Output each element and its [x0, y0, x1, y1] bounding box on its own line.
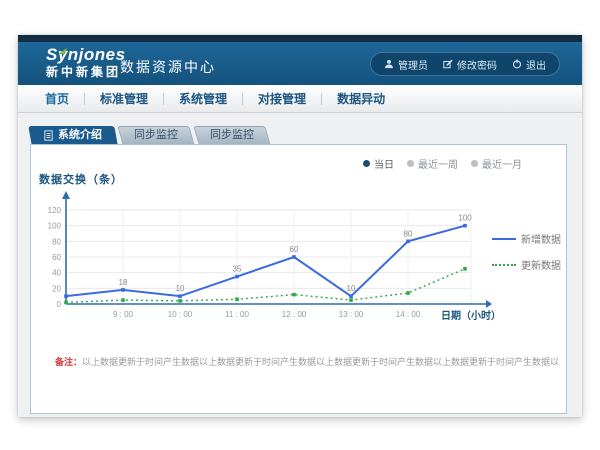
svg-text:0: 0: [57, 300, 62, 309]
app-header: Synjones 新中新集团 数据资源中心 管理员 修改密码 退出: [18, 42, 582, 85]
chart-legend: 新增数据 更新数据: [492, 231, 561, 272]
range-option-last-week[interactable]: 最近一周: [407, 156, 458, 171]
legend-line-dotted-icon: [492, 264, 516, 266]
svg-text:9 : 00: 9 : 00: [113, 310, 134, 319]
svg-text:40: 40: [52, 269, 61, 278]
nav-item-system-mgmt[interactable]: 系统管理: [164, 90, 242, 107]
svg-text:100: 100: [48, 222, 62, 231]
tab-sync-monitor-2[interactable]: 同步监控: [196, 126, 268, 145]
footnote-text: 以上数据更新于时间产生数据以上数据更新于时间产生数据以上数据更新于时间产生数据以…: [82, 357, 560, 367]
svg-text:80: 80: [404, 229, 413, 238]
power-icon: [512, 59, 522, 69]
nav-item-interface-mgmt[interactable]: 对接管理: [243, 90, 321, 107]
radio-dot: [363, 160, 370, 167]
svg-text:10 : 00: 10 : 00: [168, 310, 193, 319]
svg-text:20: 20: [52, 284, 61, 293]
nav-item-standard-mgmt[interactable]: 标准管理: [85, 90, 163, 107]
tab-bar: 系统介绍 同步监控 同步监控: [30, 126, 268, 145]
x-axis-title: 日期（小时）: [441, 307, 501, 322]
edit-icon: [443, 59, 453, 69]
tab-label: 同步监控: [210, 126, 254, 145]
page-title: 数据资源中心: [120, 57, 216, 77]
change-password-button[interactable]: 修改密码: [443, 57, 497, 72]
logo-text-cn: 新中新集团: [46, 66, 126, 78]
radio-dot: [471, 160, 478, 167]
range-option-last-month[interactable]: 最近一月: [471, 156, 522, 171]
svg-text:100: 100: [458, 214, 472, 223]
logout-label: 退出: [526, 57, 546, 72]
main-nav: 首页 标准管理 系统管理 对接管理 数据异动: [18, 85, 582, 113]
user-toolbar: 管理员 修改密码 退出: [370, 52, 560, 76]
footnote: 备注：以上数据更新于时间产生数据以上数据更新于时间产生数据以上数据更新于时间产生…: [55, 355, 560, 368]
legend-label: 更新数据: [521, 257, 561, 272]
change-password-label: 修改密码: [457, 57, 497, 72]
tab-system-intro[interactable]: 系统介绍: [30, 126, 116, 145]
line-chart: 0 20 40 60 80 100 120 9 : 00 10 : 00 11 : 00 12 : …: [39, 189, 499, 326]
content-area: 系统介绍 同步监控 同步监控 当日 最近一周: [18, 114, 582, 417]
range-option-today[interactable]: 当日: [363, 156, 394, 171]
logout-button[interactable]: 退出: [512, 57, 546, 72]
nav-item-data-change[interactable]: 数据异动: [322, 90, 400, 107]
svg-text:60: 60: [52, 253, 61, 262]
user-name-label: 管理员: [398, 57, 428, 72]
radio-dot: [407, 160, 414, 167]
legend-line-solid-icon: [492, 238, 516, 240]
svg-text:120: 120: [48, 206, 62, 215]
svg-text:13 : 00: 13 : 00: [339, 310, 364, 319]
logo-leaf-icon: [58, 48, 70, 58]
svg-text:80: 80: [52, 237, 61, 246]
footnote-label: 备注：: [55, 357, 82, 367]
svg-text:35: 35: [233, 265, 242, 274]
tab-sync-monitor-1[interactable]: 同步监控: [120, 126, 192, 145]
svg-text:60: 60: [290, 245, 299, 254]
top-accent-strip: [18, 35, 582, 42]
tab-label: 同步监控: [134, 126, 178, 145]
time-range-selector: 当日 最近一周 最近一月: [363, 156, 522, 171]
nav-item-home[interactable]: 首页: [30, 90, 84, 107]
legend-item-new-data[interactable]: 新增数据: [492, 231, 561, 246]
svg-text:10: 10: [347, 284, 356, 293]
svg-text:14 : 00: 14 : 00: [396, 310, 421, 319]
svg-text:11 : 00: 11 : 00: [225, 310, 249, 319]
svg-text:10: 10: [176, 284, 185, 293]
user-icon: [384, 59, 394, 69]
tab-label: 系统介绍: [58, 126, 102, 145]
range-label: 最近一月: [482, 156, 522, 171]
chart-panel: 当日 最近一周 最近一月 数据交换（条） 0 20 40 60 80 100 120 9 : …: [30, 144, 567, 414]
y-axis-title: 数据交换（条）: [39, 171, 123, 187]
legend-item-updated-data[interactable]: 更新数据: [492, 257, 561, 272]
document-icon: [44, 130, 53, 141]
svg-text:18: 18: [119, 278, 128, 287]
legend-label: 新增数据: [521, 231, 561, 246]
svg-text:12 : 00: 12 : 00: [282, 310, 307, 319]
current-user[interactable]: 管理员: [384, 57, 428, 72]
range-label: 当日: [374, 156, 394, 171]
range-label: 最近一周: [418, 156, 458, 171]
app-window: Synjones 新中新集团 数据资源中心 管理员 修改密码 退出 首页 标准管…: [18, 35, 582, 417]
company-logo: Synjones 新中新集团: [46, 46, 126, 78]
